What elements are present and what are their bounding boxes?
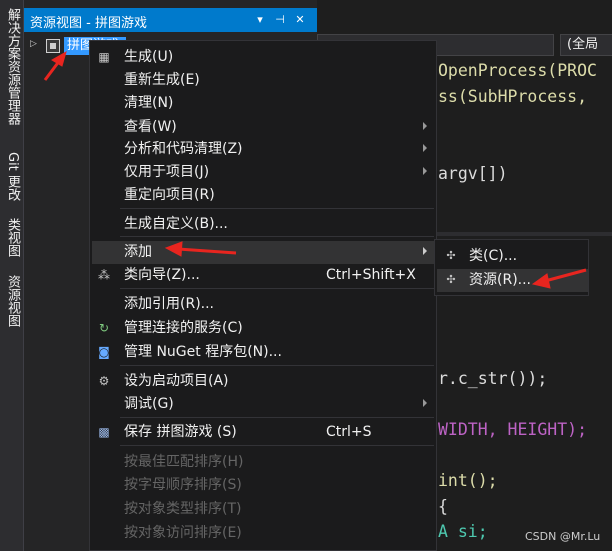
menu-item-debug[interactable]: 调试(G) bbox=[92, 393, 436, 416]
menu-item-label: 生成(U) bbox=[124, 49, 174, 65]
context-menu: ▦ 生成(U) 重新生成(E) 清理(N) 查看(W) 分析和代码清理(Z) 仅… bbox=[89, 40, 437, 551]
class-wizard-icon: ⁂ bbox=[98, 268, 110, 282]
menu-item-label: 重新生成(E) bbox=[124, 72, 200, 88]
code-line: ss(SubHProcess, bbox=[438, 87, 597, 106]
menu-item-analyze[interactable]: 分析和代码清理(Z) bbox=[92, 138, 436, 161]
menu-item-class-wizard[interactable]: ⁂ 类向导(Z)... Ctrl+Shift+X bbox=[92, 264, 436, 287]
panel-title-bar: 资源视图 - 拼图游戏 ▾ ⊣ ✕ bbox=[24, 8, 317, 32]
tab-solution-explorer[interactable]: 解决方案资源管理器 bbox=[2, 8, 22, 125]
menu-item-nuget[interactable]: ◙ 管理 NuGet 程序包(N)... bbox=[92, 341, 436, 364]
menu-item-build-customizations[interactable]: 生成自定义(B)... bbox=[92, 213, 436, 236]
menu-item-label: 添加引用(R)... bbox=[124, 296, 215, 312]
menu-item-add[interactable]: 添加 bbox=[92, 241, 436, 264]
menu-separator bbox=[120, 445, 434, 446]
submenu-item-label: 类(C)... bbox=[469, 248, 518, 264]
code-line: WIDTH, HEIGHT); bbox=[438, 420, 587, 439]
tab-resource-view[interactable]: 资源视图 bbox=[2, 275, 22, 327]
submenu-arrow-icon bbox=[423, 144, 427, 152]
panel-title: 资源视图 - 拼图游戏 bbox=[30, 16, 147, 31]
menu-item-project-only[interactable]: 仅用于项目(J) bbox=[92, 161, 436, 184]
nav-dropdown-scope[interactable]: (全局 bbox=[560, 34, 612, 56]
code-text: WIDTH, HEIGHT); bbox=[438, 420, 588, 439]
code-line: r.c_str()); bbox=[438, 369, 547, 388]
menu-item-label: 保存 拼图游戏 (S) bbox=[124, 424, 237, 440]
menu-item-label: 管理连接的服务(C) bbox=[124, 320, 243, 336]
menu-item-label: 清理(N) bbox=[124, 95, 174, 111]
add-submenu: ✣ 类(C)... ✣ 资源(R)... bbox=[434, 239, 589, 296]
menu-item-connected-services[interactable]: ↻ 管理连接的服务(C) bbox=[92, 317, 436, 340]
code-text: OpenProcess(PROC bbox=[438, 61, 597, 80]
menu-item-clean[interactable]: 清理(N) bbox=[92, 92, 436, 115]
build-icon: ▦ bbox=[98, 50, 110, 64]
menu-item-view[interactable]: 查看(W) bbox=[92, 116, 436, 139]
menu-item-sort-access: 按对象访问排序(E) bbox=[92, 522, 436, 545]
save-icon: ▩ bbox=[98, 425, 110, 439]
code-line: argv[]) bbox=[438, 164, 508, 183]
submenu-arrow-icon bbox=[423, 122, 427, 130]
code-line: A si; bbox=[438, 522, 488, 541]
code-text: ss(SubHProcess, bbox=[438, 87, 597, 106]
submenu-item-class[interactable]: ✣ 类(C)... bbox=[437, 245, 588, 268]
menu-item-label: 按对象类型排序(T) bbox=[124, 501, 242, 517]
code-line: int(); bbox=[438, 471, 498, 490]
menu-item-label: 分析和代码清理(Z) bbox=[124, 141, 243, 157]
connected-services-icon: ↻ bbox=[98, 321, 110, 335]
menu-item-rebuild[interactable]: 重新生成(E) bbox=[92, 69, 436, 92]
menu-item-label: 查看(W) bbox=[124, 119, 177, 135]
menu-item-label: 生成自定义(B)... bbox=[124, 216, 228, 232]
code-text: argv[]) bbox=[438, 164, 508, 183]
menu-item-sort-type: 按对象类型排序(T) bbox=[92, 498, 436, 521]
left-tool-strip: 解决方案资源管理器 Git 更改 类视图 资源视图 bbox=[0, 0, 24, 551]
menu-separator bbox=[120, 417, 434, 418]
menu-item-shortcut: Ctrl+Shift+X bbox=[326, 267, 416, 283]
tree-expand-icon[interactable]: ▷ bbox=[30, 39, 37, 49]
menu-item-label: 添加 bbox=[124, 244, 152, 260]
submenu-arrow-icon bbox=[423, 247, 427, 255]
add-class-icon: ✣ bbox=[446, 249, 456, 262]
menu-item-shortcut: Ctrl+S bbox=[326, 424, 372, 440]
watermark: CSDN @Mr.Lu bbox=[525, 530, 601, 543]
menu-separator bbox=[120, 236, 434, 237]
pin-icon[interactable]: ⊣ bbox=[272, 11, 288, 29]
menu-item-set-startup[interactable]: ⚙ 设为启动项目(A) bbox=[92, 370, 436, 393]
close-icon[interactable]: ✕ bbox=[292, 11, 308, 29]
menu-item-sort-alpha: 按字母顺序排序(S) bbox=[92, 474, 436, 497]
menu-separator bbox=[120, 365, 434, 366]
submenu-arrow-icon bbox=[423, 399, 427, 407]
menu-item-label: 管理 NuGet 程序包(N)... bbox=[124, 344, 282, 360]
menu-item-sort-best-match: 按最佳匹配排序(H) bbox=[92, 451, 436, 474]
menu-item-label: 调试(G) bbox=[124, 396, 174, 412]
code-text: int(); bbox=[438, 471, 498, 490]
tab-class-view[interactable]: 类视图 bbox=[2, 218, 22, 257]
submenu-arrow-icon bbox=[423, 167, 427, 175]
menu-item-add-reference[interactable]: 添加引用(R)... bbox=[92, 293, 436, 316]
submenu-item-resource[interactable]: ✣ 资源(R)... bbox=[437, 269, 588, 292]
menu-separator bbox=[120, 288, 434, 289]
code-line: OpenProcess(PROC bbox=[438, 61, 597, 80]
menu-item-label: 仅用于项目(J) bbox=[124, 164, 210, 180]
code-line: { bbox=[438, 497, 448, 516]
menu-item-retarget[interactable]: 重定向项目(R) bbox=[92, 184, 436, 207]
menu-item-label: 按字母顺序排序(S) bbox=[124, 477, 242, 493]
menu-item-label: 类向导(Z)... bbox=[124, 267, 200, 283]
code-text: A si; bbox=[438, 522, 488, 541]
menu-separator bbox=[120, 208, 434, 209]
menu-item-label: 设为启动项目(A) bbox=[124, 373, 229, 389]
project-icon bbox=[46, 39, 60, 53]
menu-item-save[interactable]: ▩ 保存 拼图游戏 (S) Ctrl+S bbox=[92, 421, 436, 444]
gear-icon: ⚙ bbox=[98, 374, 110, 388]
nuget-icon: ◙ bbox=[98, 345, 110, 359]
menu-item-label: 按对象访问排序(E) bbox=[124, 525, 242, 541]
submenu-item-label: 资源(R)... bbox=[469, 272, 532, 288]
menu-item-label: 按最佳匹配排序(H) bbox=[124, 454, 244, 470]
code-text: r.c_str()); bbox=[438, 369, 548, 388]
add-resource-icon: ✣ bbox=[446, 273, 456, 286]
tab-git-changes[interactable]: Git 更改 bbox=[2, 152, 22, 201]
code-text: { bbox=[438, 497, 448, 516]
menu-item-label: 重定向项目(R) bbox=[124, 187, 215, 203]
menu-item-build[interactable]: ▦ 生成(U) bbox=[92, 46, 436, 69]
dropdown-icon[interactable]: ▾ bbox=[252, 11, 268, 29]
